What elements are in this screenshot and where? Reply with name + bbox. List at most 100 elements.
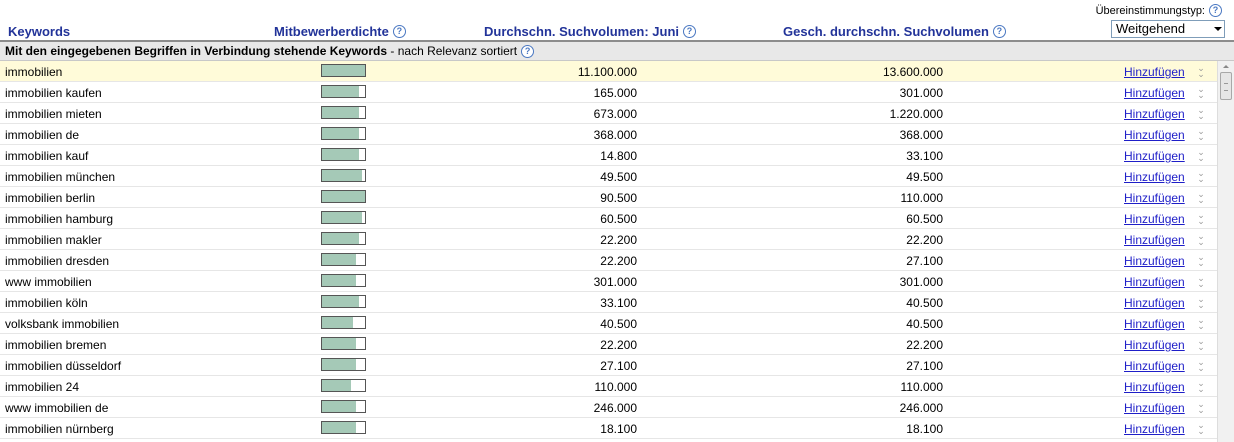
chevron-down-icon[interactable]: ⌄ ⌄ [1196, 253, 1206, 268]
keyword-text: immobilien düsseldorf [5, 359, 122, 373]
scroll-thumb[interactable] [1220, 72, 1232, 100]
add-keyword-link[interactable]: Hinzufügen [1124, 86, 1185, 100]
add-keyword-link[interactable]: Hinzufügen [1124, 170, 1185, 184]
chevron-down-icon[interactable]: ⌄ ⌄ [1196, 127, 1206, 142]
competition-bar [321, 316, 366, 329]
column-header-competition[interactable]: Mitbewerberdichte ? [274, 24, 406, 39]
chevron-down-icon[interactable]: ⌄ ⌄ [1196, 85, 1206, 100]
chevron-down-icon[interactable]: ⌄ ⌄ [1196, 400, 1206, 415]
volume-estimated: 49.500 [906, 170, 943, 184]
chevron-down-icon[interactable]: ⌄ ⌄ [1196, 211, 1206, 226]
help-icon[interactable]: ? [392, 25, 406, 38]
add-keyword-link[interactable]: Hinzufügen [1124, 359, 1185, 373]
table-row: immobilien hamburg 60.500 60.500 Hinzufügen… [0, 208, 1217, 229]
add-keyword-link[interactable]: Hinzufügen [1124, 149, 1185, 163]
add-keyword-link[interactable]: Hinzufügen [1124, 275, 1185, 289]
chevron-down-icon[interactable]: ⌄ ⌄ [1196, 358, 1206, 373]
competition-bar-fill [322, 338, 357, 349]
chevron-down-icon[interactable]: ⌄ ⌄ [1196, 106, 1206, 121]
column-header-keywords[interactable]: Keywords [8, 24, 70, 39]
volume-june: 27.100 [600, 359, 637, 373]
table-row: immobilien dresden 22.200 27.100 Hinzufügen… [0, 250, 1217, 271]
competition-bar [321, 295, 366, 308]
keyword-text: immobilien [5, 65, 63, 79]
column-header-volume-june[interactable]: Durchschn. Suchvolumen: Juni ? [484, 24, 697, 39]
add-keyword-link[interactable]: Hinzufügen [1124, 401, 1185, 415]
add-keyword-link[interactable]: Hinzufügen [1124, 317, 1185, 331]
competition-bar-fill [322, 422, 357, 433]
volume-june: 22.200 [600, 254, 637, 268]
volume-june: 301.000 [593, 275, 637, 289]
help-icon[interactable]: ? [683, 25, 697, 38]
chevron-down-icon[interactable]: ⌄ ⌄ [1196, 274, 1206, 289]
chevron-down-icon[interactable]: ⌄ ⌄ [1196, 379, 1206, 394]
competition-bar-fill [322, 317, 354, 328]
table-row: immobilien nürnberg 18.100 18.100 Hinzufüge… [0, 418, 1217, 439]
help-icon[interactable]: ? [521, 44, 535, 58]
competition-bar-fill [322, 296, 360, 307]
volume-june: 14.800 [600, 149, 637, 163]
table-row: immobilien münchen 49.500 49.500 Hinzufügen… [0, 166, 1217, 187]
add-keyword-link[interactable]: Hinzufügen [1124, 296, 1185, 310]
scrollbar[interactable] [1217, 61, 1234, 442]
competition-bar-fill [322, 233, 360, 244]
volume-june: 90.500 [600, 191, 637, 205]
volume-estimated: 40.500 [906, 296, 943, 310]
column-header-volume-estimated[interactable]: Gesch. durchschn. Suchvolumen ? [783, 24, 1006, 39]
keyword-text: immobilien mieten [5, 107, 102, 121]
competition-bar [321, 232, 366, 245]
section-title: Mit den eingegebenen Begriffen in Verbin… [5, 44, 388, 58]
scroll-up-icon[interactable] [1219, 62, 1234, 72]
volume-june: 673.000 [593, 107, 637, 121]
add-keyword-link[interactable]: Hinzufügen [1124, 191, 1185, 205]
chevron-down-icon[interactable]: ⌄ ⌄ [1196, 421, 1206, 436]
add-keyword-link[interactable]: Hinzufügen [1124, 338, 1185, 352]
add-keyword-link[interactable]: Hinzufügen [1124, 233, 1185, 247]
competition-bar [321, 211, 366, 224]
volume-estimated: 368.000 [899, 128, 943, 142]
add-keyword-link[interactable]: Hinzufügen [1124, 212, 1185, 226]
volume-june: 110.000 [594, 380, 638, 394]
competition-bar [321, 190, 366, 203]
chevron-down-icon[interactable]: ⌄ ⌄ [1196, 295, 1206, 310]
column-header-label: Durchschn. Suchvolumen: Juni [484, 24, 680, 39]
add-keyword-link[interactable]: Hinzufügen [1124, 254, 1185, 268]
competition-bar [321, 253, 366, 266]
volume-estimated: 22.200 [906, 338, 943, 352]
table-row: www immobilien de 246.000 246.000 Hinzufüge… [0, 397, 1217, 418]
column-header-label: Mitbewerberdichte [274, 24, 389, 39]
help-icon[interactable]: ? [1209, 4, 1222, 17]
competition-bar-fill [322, 359, 357, 370]
volume-june: 18.100 [600, 422, 637, 436]
section-header: Mit den eingegebenen Begriffen in Verbin… [0, 42, 1234, 61]
chevron-down-icon[interactable]: ⌄ ⌄ [1196, 316, 1206, 331]
add-keyword-link[interactable]: Hinzufügen [1124, 380, 1185, 394]
volume-june: 33.100 [600, 296, 637, 310]
chevron-down-icon[interactable]: ⌄ ⌄ [1196, 148, 1206, 163]
competition-bar-fill [322, 212, 362, 223]
add-keyword-link[interactable]: Hinzufügen [1124, 128, 1185, 142]
chevron-down-icon[interactable]: ⌄ ⌄ [1196, 190, 1206, 205]
chevron-down-icon[interactable]: ⌄ ⌄ [1196, 169, 1206, 184]
help-icon[interactable]: ? [992, 25, 1006, 38]
match-type-select[interactable]: Weitgehend [1111, 20, 1225, 38]
add-keyword-link[interactable]: Hinzufügen [1124, 422, 1185, 436]
table-row: immobilien makler 22.200 22.200 Hinzufügen ⌄… [0, 229, 1217, 250]
chevron-down-icon[interactable]: ⌄ ⌄ [1196, 337, 1206, 352]
add-keyword-link[interactable]: Hinzufügen [1124, 107, 1185, 121]
keyword-text: immobilien makler [5, 233, 102, 247]
competition-bar-fill [322, 65, 365, 76]
volume-june: 22.200 [600, 338, 637, 352]
chevron-down-icon[interactable]: ⌄ ⌄ [1196, 64, 1206, 79]
competition-bar [321, 148, 366, 161]
chevron-down-icon[interactable]: ⌄ ⌄ [1196, 232, 1206, 247]
competition-bar-fill [322, 380, 351, 391]
section-subtitle: - nach Relevanz sortiert [387, 44, 518, 58]
competition-bar [321, 379, 366, 392]
match-type-value: Weitgehend [1116, 21, 1186, 36]
volume-estimated: 22.200 [906, 233, 943, 247]
table-row: immobilien kaufen 165.000 301.000 Hinzufüge… [0, 82, 1217, 103]
column-header-label: Gesch. durchschn. Suchvolumen [783, 24, 989, 39]
add-keyword-link[interactable]: Hinzufügen [1124, 65, 1185, 79]
volume-june: 40.500 [600, 317, 637, 331]
